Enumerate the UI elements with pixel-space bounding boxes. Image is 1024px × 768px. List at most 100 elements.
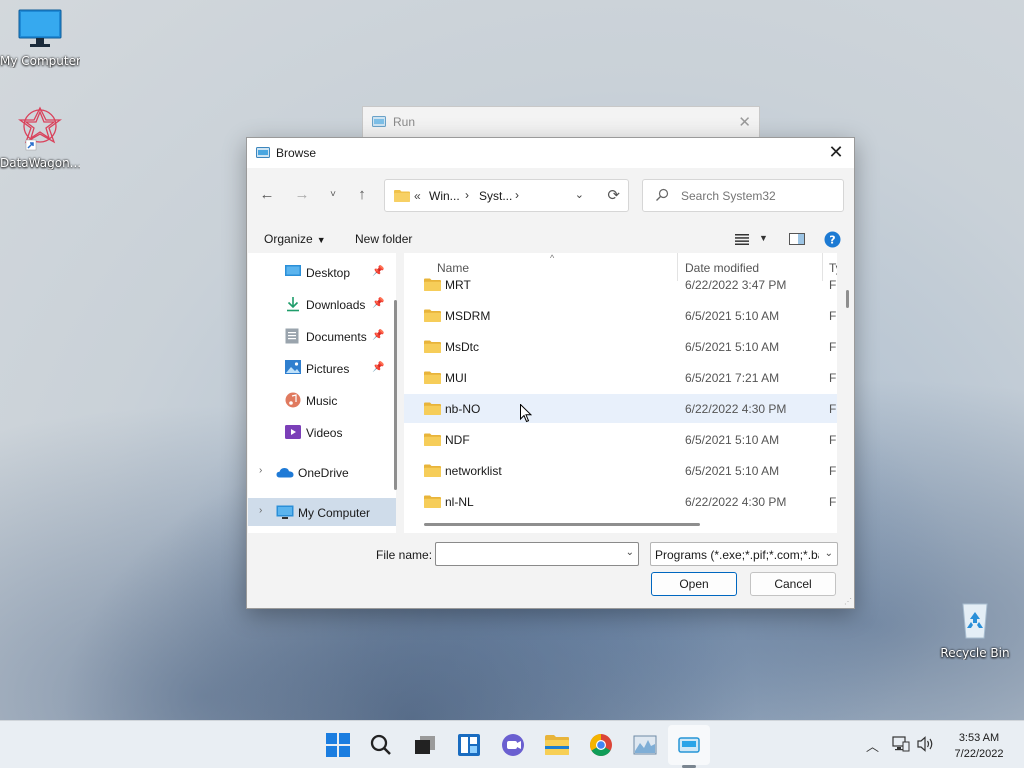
- nav-scrollbar[interactable]: [394, 300, 397, 490]
- start-icon[interactable]: [324, 731, 352, 759]
- organize-menu[interactable]: Organize ▼: [264, 232, 326, 246]
- dialog-title: Browse: [276, 146, 317, 160]
- file-type: Fi: [829, 402, 837, 416]
- nav-item-music[interactable]: Music: [248, 386, 396, 414]
- taskbar: ︿ 3:53 AM 7/22/2022: [0, 720, 1024, 768]
- file-date: 6/5/2021 7:21 AM: [685, 371, 780, 385]
- file-row[interactable]: NDF 6/5/2021 5:10 AM Fi: [404, 425, 837, 454]
- view-options-icon[interactable]: [735, 234, 749, 245]
- desktop-icon-recycle-bin[interactable]: Recycle Bin: [935, 598, 1015, 660]
- videos-icon: [285, 425, 301, 439]
- file-row[interactable]: nl-NL 6/22/2022 4:30 PM Fi: [404, 487, 837, 516]
- organize-label: Organize: [264, 232, 313, 246]
- file-list-vertical-scrollbar[interactable]: [846, 290, 849, 308]
- search-box[interactable]: [642, 179, 844, 212]
- open-button[interactable]: Open: [651, 572, 737, 596]
- file-row[interactable]: nb-NO 6/22/2022 4:30 PM Fi: [404, 394, 837, 423]
- address-bar[interactable]: « Win... › Syst... › ⌄ ⟳: [384, 179, 629, 212]
- file-name-field[interactable]: ⌄: [435, 542, 639, 566]
- nav-item-my-computer[interactable]: › My Computer: [248, 498, 396, 526]
- file-row[interactable]: MsDtc 6/5/2021 5:10 AM Fi: [404, 332, 837, 361]
- up-button[interactable]: ↑: [350, 184, 374, 206]
- view-dropdown-icon[interactable]: ▼: [759, 233, 768, 243]
- nav-item-videos[interactable]: Videos: [248, 418, 396, 446]
- chevron-up-icon[interactable]: ︿: [866, 736, 879, 755]
- recycle-bin-icon: [962, 603, 988, 639]
- close-button[interactable]: ✕: [824, 141, 848, 165]
- folder-icon: [394, 190, 410, 202]
- run-icon: [372, 116, 386, 127]
- file-date: 6/5/2021 5:10 AM: [685, 340, 780, 354]
- navigation-pane: Desktop 📌 Downloads 📌 Documents 📌 Pictur…: [248, 253, 396, 533]
- nav-item-label: Documents: [306, 330, 367, 344]
- file-row[interactable]: MRT 6/22/2022 3:47 PM Fi: [404, 270, 837, 299]
- nav-item-label: Desktop: [306, 266, 351, 280]
- preview-pane-icon[interactable]: [789, 233, 805, 245]
- volume-icon[interactable]: [917, 736, 935, 752]
- widgets-icon[interactable]: [455, 731, 483, 759]
- folder-icon: [424, 433, 441, 446]
- recent-locations-button[interactable]: ˅: [321, 184, 345, 206]
- chrome-icon[interactable]: [587, 731, 615, 759]
- breadcrumb-system32[interactable]: Syst...: [479, 189, 512, 203]
- nav-item-pictures[interactable]: Pictures 📌: [248, 354, 396, 382]
- nav-item-documents[interactable]: Documents 📌: [248, 322, 396, 350]
- breadcrumb-windows[interactable]: Win...: [429, 189, 460, 203]
- file-date: 6/5/2021 5:10 AM: [685, 433, 780, 447]
- resize-grip-icon[interactable]: ⋰: [844, 597, 852, 606]
- nav-item-downloads[interactable]: Downloads 📌: [248, 290, 396, 318]
- search-input[interactable]: [681, 186, 836, 206]
- desktop-icon-my-computer[interactable]: My Computer: [0, 8, 80, 68]
- breadcrumb-overflow[interactable]: «: [414, 189, 421, 203]
- file-explorer-icon[interactable]: [543, 731, 571, 759]
- address-dropdown-icon[interactable]: ⌄: [575, 188, 584, 201]
- computer-icon: [18, 9, 62, 47]
- folder-icon: [424, 402, 441, 415]
- run-icon: [256, 147, 270, 158]
- datawagon-icon: [18, 106, 62, 151]
- chevron-right-icon[interactable]: ›: [259, 505, 262, 516]
- chevron-down-icon: ⌄: [824, 548, 833, 559]
- forward-button[interactable]: →: [290, 184, 314, 206]
- file-name: nl-NL: [445, 495, 474, 509]
- file-name: networklist: [445, 464, 502, 478]
- search-icon[interactable]: [367, 731, 395, 759]
- chevron-down-icon[interactable]: ⌄: [626, 547, 634, 558]
- downloads-icon: [287, 297, 299, 312]
- file-row[interactable]: MUI 6/5/2021 7:21 AM Fi: [404, 363, 837, 392]
- network-icon[interactable]: [892, 736, 910, 752]
- back-button[interactable]: ←: [255, 184, 279, 206]
- close-icon[interactable]: ✕: [738, 113, 751, 131]
- file-name: MUI: [445, 371, 467, 385]
- help-icon[interactable]: ?: [824, 231, 841, 248]
- desktop-icon-datawagon[interactable]: DataWagon...: [0, 104, 80, 170]
- nav-item-label: Pictures: [306, 362, 350, 376]
- dialog-titlebar[interactable]: Browse ✕: [247, 138, 854, 168]
- music-icon: [285, 392, 301, 408]
- desktop-icon-label: Recycle Bin: [940, 646, 1010, 660]
- file-date: 6/22/2022 4:30 PM: [685, 402, 787, 416]
- system-clock[interactable]: 3:53 AM 7/22/2022: [944, 730, 1014, 762]
- cancel-button[interactable]: Cancel: [750, 572, 836, 596]
- pin-icon: 📌: [372, 330, 385, 341]
- breadcrumb-separator-icon[interactable]: ›: [515, 188, 519, 202]
- task-view-icon[interactable]: [411, 731, 439, 759]
- file-row[interactable]: MSDRM 6/5/2021 5:10 AM Fi: [404, 301, 837, 330]
- new-folder-button[interactable]: New folder: [355, 232, 412, 246]
- computer-icon: [276, 505, 294, 519]
- file-list-horizontal-scrollbar[interactable]: [424, 523, 700, 526]
- run-icon[interactable]: [675, 731, 703, 759]
- pictures-icon: [285, 360, 301, 374]
- chat-icon[interactable]: [499, 731, 527, 759]
- refresh-icon[interactable]: ⟳: [607, 186, 620, 204]
- file-name: NDF: [445, 433, 470, 447]
- chevron-right-icon[interactable]: ›: [259, 465, 262, 476]
- task-manager-icon[interactable]: [631, 731, 659, 759]
- nav-item-onedrive[interactable]: › OneDrive: [248, 458, 396, 486]
- breadcrumb-separator-icon[interactable]: ›: [465, 188, 469, 202]
- nav-item-desktop[interactable]: Desktop 📌: [248, 258, 396, 286]
- folder-icon: [424, 371, 441, 384]
- file-row[interactable]: networklist 6/5/2021 5:10 AM Fi: [404, 456, 837, 485]
- file-name: MsDtc: [445, 340, 479, 354]
- file-type-select[interactable]: Programs (*.exe;*.pif;*.com;*.bat) ⌄: [650, 542, 838, 566]
